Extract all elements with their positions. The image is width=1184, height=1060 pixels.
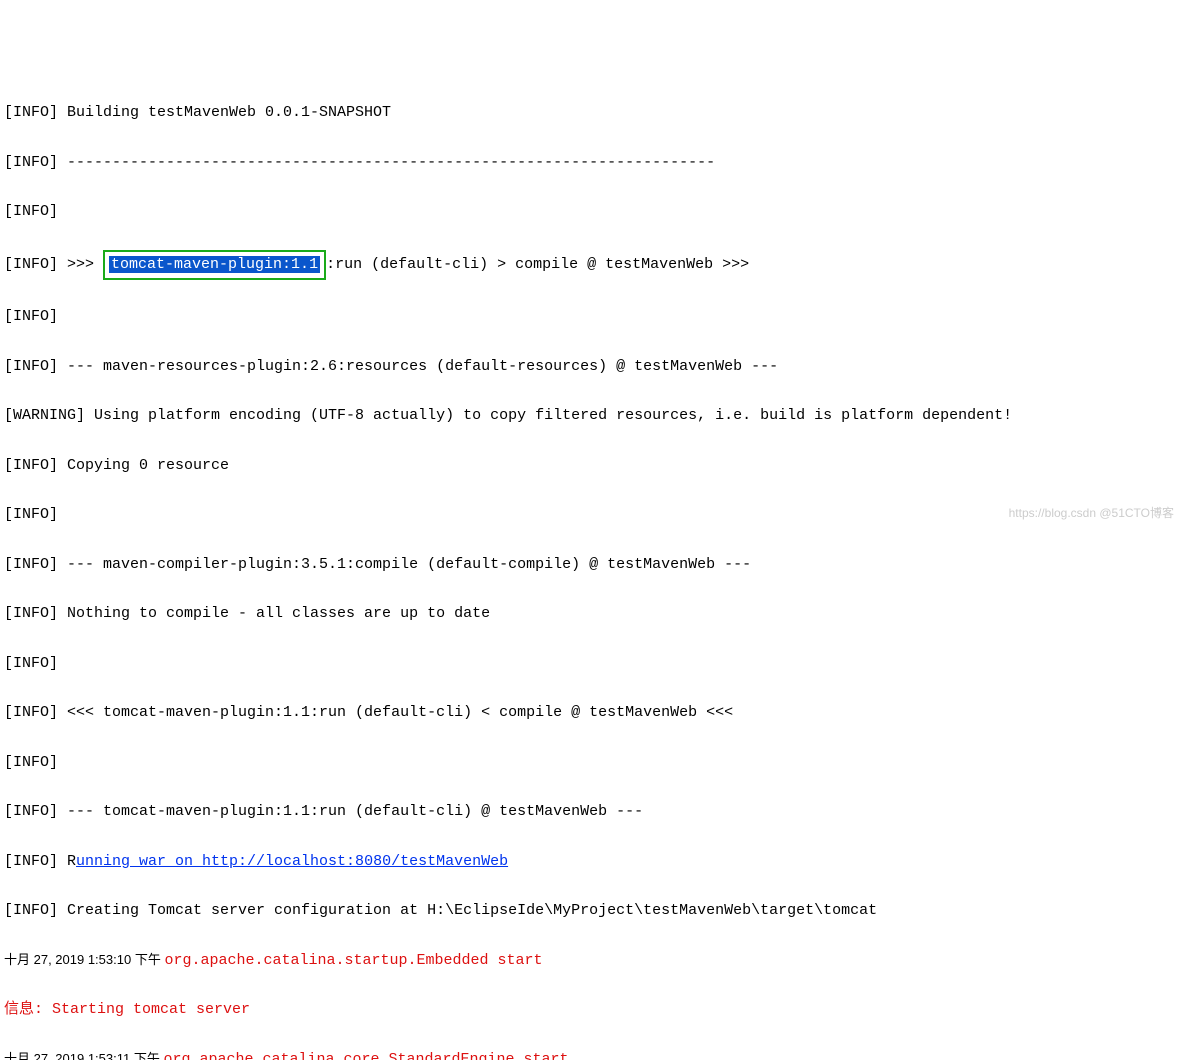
log-level: 信息: [4, 1001, 52, 1018]
log-line-red: 十月 27, 2019 1:53:11 下午 org.apache.catali… [4, 1048, 1180, 1060]
log-class: org.apache.catalina.core.StandardEngine … [163, 1051, 568, 1060]
log-line: [INFO] [4, 652, 1180, 677]
log-line-red: 信息: Starting tomcat server [4, 998, 1180, 1023]
log-class: org.apache.catalina.startup.Embedded sta… [164, 952, 542, 969]
log-line: [INFO] --- maven-resources-plugin:2.6:re… [4, 355, 1180, 380]
log-line: [INFO] <<< tomcat-maven-plugin:1.1:run (… [4, 701, 1180, 726]
log-line: [INFO] [4, 200, 1180, 225]
log-line: [INFO] ---------------------------------… [4, 151, 1180, 176]
log-line: [INFO] Nothing to compile - all classes … [4, 602, 1180, 627]
log-line-highlight: [INFO] >>> tomcat-maven-plugin:1.1 :run (… [4, 250, 1180, 281]
log-prefix: [INFO] >>> [4, 256, 94, 273]
log-line-red: 十月 27, 2019 1:53:10 下午 org.apache.catali… [4, 949, 1180, 974]
log-line: [INFO] --- maven-compiler-plugin:3.5.1:c… [4, 553, 1180, 578]
log-suffix: :run (default-cli) > compile @ testMaven… [326, 256, 749, 273]
log-line: [INFO] --- tomcat-maven-plugin:1.1:run (… [4, 800, 1180, 825]
plugin-highlight-box: tomcat-maven-plugin:1.1 [103, 250, 326, 281]
timestamp: 十月 27, 2019 1:53:10 下午 [4, 952, 164, 967]
log-line: [INFO] [4, 305, 1180, 330]
timestamp: 十月 27, 2019 1:53:11 下午 [4, 1051, 163, 1060]
log-line: [INFO] Building testMavenWeb 0.0.1-SNAPS… [4, 101, 1180, 126]
log-prefix: [INFO] R [4, 853, 76, 870]
server-url-link[interactable]: unning war on http://localhost:8080/test… [76, 853, 508, 870]
log-line: [INFO] Copying 0 resource [4, 454, 1180, 479]
log-line: [INFO] [4, 503, 1180, 528]
log-line: [INFO] [4, 751, 1180, 776]
log-line-link: [INFO] Running war on http://localhost:8… [4, 850, 1180, 875]
log-message: Starting tomcat server [52, 1001, 250, 1018]
selected-text[interactable]: tomcat-maven-plugin:1.1 [109, 256, 320, 273]
log-line: [INFO] Creating Tomcat server configurat… [4, 899, 1180, 924]
log-line: [WARNING] Using platform encoding (UTF-8… [4, 404, 1180, 429]
watermark: https://blog.csdn @51CTO博客 [1009, 504, 1174, 524]
